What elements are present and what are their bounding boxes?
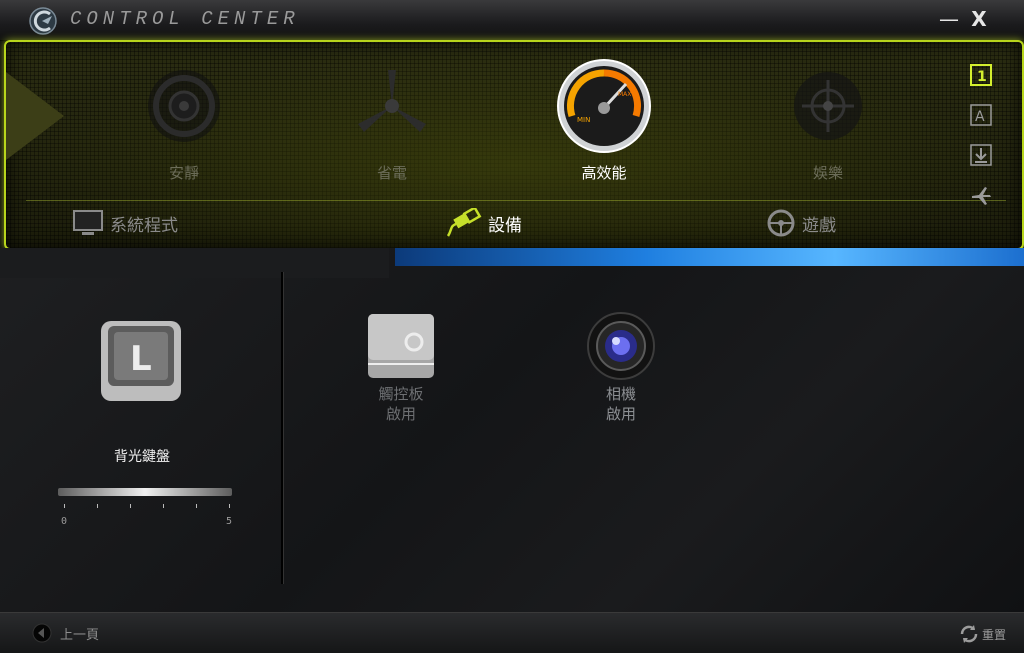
side-icon-column: 1 A	[970, 64, 994, 224]
mode-quiet[interactable]: 安靜	[124, 66, 244, 186]
content-separator	[281, 272, 284, 584]
backlight-slider[interactable]	[58, 488, 232, 496]
mode-entertainment[interactable]: 娛樂	[768, 66, 888, 186]
slider-tick	[97, 504, 98, 508]
devices-content	[0, 248, 1024, 612]
slider-max-label: 5	[226, 516, 233, 527]
crosshair-icon	[794, 72, 862, 140]
device-state: 啟用	[605, 405, 636, 423]
camera-toggle[interactable]: 相機 啟用	[576, 312, 666, 424]
mode-label: 安靜	[168, 164, 199, 182]
keyboard-backlight-label: 背光鍵盤	[114, 449, 170, 465]
profile-1-icon[interactable]: 1	[970, 64, 992, 86]
slider-tick	[229, 504, 230, 508]
tab-system-apps[interactable]: 系統程式	[72, 208, 178, 238]
profile-1-text: 1	[977, 69, 987, 85]
gauge-min-label: MIN	[577, 116, 590, 124]
touchpad-icon	[368, 314, 434, 378]
slider-tick	[130, 504, 131, 508]
tab-devices[interactable]: 設備	[442, 208, 522, 238]
steering-wheel-icon	[767, 209, 795, 237]
reset-button[interactable]: 重置	[958, 623, 1006, 645]
slider-min-label: 0	[61, 516, 68, 527]
reset-label: 重置	[982, 627, 1007, 642]
device-name: 相機	[605, 385, 636, 403]
gauge-max-label: MAX	[618, 91, 631, 98]
camera-icon	[587, 312, 655, 380]
panel-arrow	[6, 72, 64, 160]
touchpad-toggle[interactable]: 觸控板 啟用	[356, 312, 446, 424]
power-mode-panel: 安靜 省電 MIN MAX 高效能 娛樂 系統程式 設備 遊戲 1 A	[4, 40, 1024, 250]
keyboard-key-icon[interactable]: L	[100, 320, 182, 402]
back-label: 上一頁	[60, 627, 100, 643]
close-button[interactable]: X	[966, 6, 992, 32]
fan-icon	[358, 70, 426, 132]
mode-power-saving[interactable]: 省電	[332, 66, 452, 186]
tab-label: 設備	[488, 215, 522, 236]
device-state: 啟用	[385, 405, 416, 423]
slider-tick	[196, 504, 197, 508]
profile-a-text: A	[975, 109, 985, 125]
title-bar: CONTROL CENTER — X	[0, 0, 1024, 41]
footer-bar: 上一頁 重置	[0, 612, 1024, 653]
app-title: CONTROL CENTER	[70, 8, 300, 30]
download-icon[interactable]	[970, 144, 992, 166]
speaker-icon	[148, 70, 220, 142]
mode-label: 省電	[376, 164, 407, 182]
monitor-icon	[73, 210, 103, 235]
key-letter: L	[130, 339, 152, 379]
app-logo-icon	[29, 7, 57, 35]
slider-tick	[163, 504, 164, 508]
slider-tick	[64, 504, 65, 508]
panel-divider	[26, 200, 1006, 201]
tab-label: 遊戲	[802, 215, 836, 236]
minimize-button[interactable]: —	[936, 6, 962, 32]
usb-plug-icon	[446, 208, 482, 237]
tab-games[interactable]: 遊戲	[766, 208, 836, 238]
back-arrow-icon	[32, 623, 52, 643]
speedometer-icon: MIN MAX	[557, 59, 651, 153]
content-top-edge	[0, 248, 1024, 278]
tab-label: 系統程式	[110, 215, 178, 236]
back-button[interactable]: 上一頁	[32, 623, 99, 643]
device-name: 觸控板	[378, 385, 424, 403]
mode-label: 娛樂	[812, 164, 843, 182]
airplane-icon[interactable]	[970, 184, 992, 206]
refresh-icon	[960, 625, 978, 643]
mode-high-performance[interactable]: MIN MAX 高效能	[544, 59, 664, 186]
profile-a-icon[interactable]: A	[970, 104, 992, 126]
mode-label: 高效能	[581, 164, 627, 182]
